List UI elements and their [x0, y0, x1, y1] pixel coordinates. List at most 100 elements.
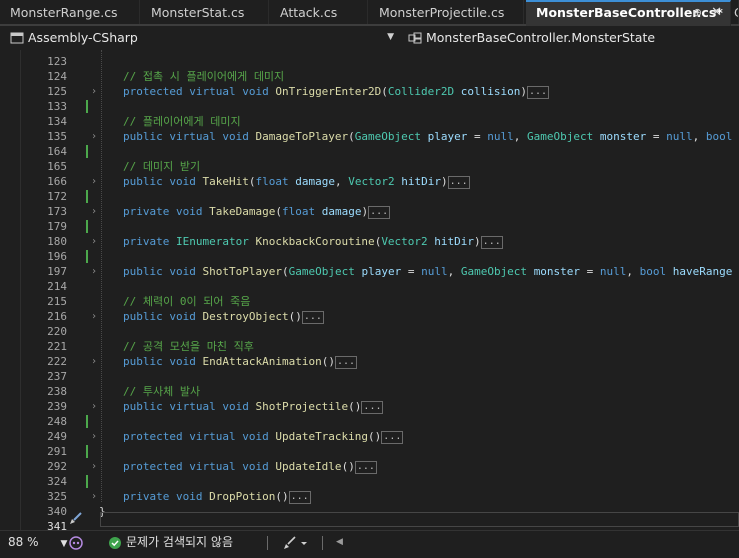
- method-name: DestroyObject: [202, 310, 289, 323]
- method-name: OnTriggerEnter2D: [275, 85, 382, 98]
- code-line[interactable]: 179: [0, 219, 739, 234]
- zoom-level[interactable]: 88 % ▼: [8, 531, 67, 558]
- expand-chevron-icon[interactable]: ›: [91, 234, 97, 249]
- tab-monster-range[interactable]: MonsterRange.cs: [0, 0, 140, 24]
- collapsed-region-button[interactable]: ...: [527, 86, 550, 99]
- expand-chevron-icon[interactable]: ›: [91, 354, 97, 369]
- punctuation: ): [520, 85, 528, 98]
- code-line[interactable]: 197 › public void ShotToPlayer(GameObject …: [0, 264, 739, 279]
- expand-chevron-icon[interactable]: ›: [91, 399, 97, 414]
- code-line[interactable]: 215 // 체력이 0이 되어 죽음: [0, 294, 739, 309]
- tab-attack[interactable]: Attack.cs: [270, 0, 368, 24]
- expand-chevron-icon[interactable]: ›: [91, 129, 97, 144]
- code-text: private IEnumerator KnockbackCoroutine(V…: [123, 234, 739, 249]
- expand-chevron-icon[interactable]: ›: [91, 174, 97, 189]
- code-line[interactable]: 164: [0, 144, 739, 159]
- project-dropdown[interactable]: Assembly-CSharp ▼: [4, 28, 400, 47]
- code-cleanup-brush-icon[interactable]: [68, 512, 82, 525]
- line-number: 173: [47, 205, 67, 218]
- code-line[interactable]: 124 // 접촉 시 플레이어에게 데미지: [0, 69, 739, 84]
- copilot-icon[interactable]: [68, 536, 84, 550]
- method-name: TakeDamage: [209, 205, 276, 218]
- code-line[interactable]: 221 // 공격 모션을 마친 직후: [0, 339, 739, 354]
- code-line[interactable]: 173 › private void TakeDamage(float damage…: [0, 204, 739, 219]
- keyword: protected virtual void: [123, 85, 276, 98]
- collapsed-region-button[interactable]: ...: [288, 491, 311, 504]
- code-line[interactable]: 135 › public virtual void DamageToPlayer(G…: [0, 129, 739, 144]
- code-line[interactable]: 324: [0, 474, 739, 489]
- expand-chevron-icon[interactable]: ›: [91, 489, 97, 504]
- issues-status[interactable]: 문제가 검색되지 않음: [126, 531, 233, 558]
- divider: [322, 536, 323, 550]
- keyword: null: [599, 265, 627, 278]
- code-text: private void TakeDamage(float damage)...: [123, 204, 739, 219]
- code-line[interactable]: 239 › public virtual void ShotProjectile()…: [0, 399, 739, 414]
- keyword: float: [255, 175, 289, 188]
- keyword: private: [123, 235, 176, 248]
- comment: // 접촉 시 플레이어에게 데미지: [123, 70, 285, 83]
- code-line[interactable]: 291: [0, 444, 739, 459]
- parameter: hitDir: [434, 235, 475, 248]
- code-line[interactable]: 237: [0, 369, 739, 384]
- collapsed-region-button[interactable]: ...: [354, 461, 377, 474]
- code-line[interactable]: 196: [0, 249, 739, 264]
- close-tab-icon[interactable]: ✕: [711, 2, 722, 24]
- code-text: private void DropPotion()...: [123, 489, 739, 504]
- method-name: DropPotion: [209, 490, 276, 503]
- expand-chevron-icon[interactable]: ›: [91, 264, 97, 279]
- code-line[interactable]: 123: [0, 54, 739, 69]
- collapsed-region-button[interactable]: ...: [361, 401, 384, 414]
- keyword: public void: [123, 265, 203, 278]
- code-line[interactable]: 172: [0, 189, 739, 204]
- code-line[interactable]: 133: [0, 99, 739, 114]
- code-line[interactable]: 220: [0, 324, 739, 339]
- chevron-down-icon: ▼: [60, 539, 68, 549]
- collapsed-region-button[interactable]: ...: [381, 431, 404, 444]
- code-line[interactable]: 248: [0, 414, 739, 429]
- code-text: protected virtual void UpdateIdle()...: [123, 459, 739, 474]
- collapsed-region-button[interactable]: ...: [301, 311, 324, 324]
- expand-chevron-icon[interactable]: ›: [91, 459, 97, 474]
- collapsed-region-button[interactable]: ...: [334, 356, 358, 369]
- code-line[interactable]: 134 // 플레이어에게 데미지: [0, 114, 739, 129]
- collapsed-region-button[interactable]: ...: [480, 236, 503, 249]
- expand-chevron-icon[interactable]: ›: [91, 429, 97, 444]
- tab-label: C: [734, 5, 738, 20]
- change-marker: [86, 100, 88, 113]
- code-line[interactable]: 249 › protected virtual void UpdateTrackin…: [0, 429, 739, 444]
- tab-monster-base-controller[interactable]: MonsterBaseController.cs* ⊕ ✕: [526, 0, 731, 26]
- punctuation: (: [348, 400, 355, 413]
- code-line[interactable]: 125 › protected virtual void OnTriggerEnte…: [0, 84, 739, 99]
- tab-monster-stat[interactable]: MonsterStat.cs: [141, 0, 269, 24]
- code-line[interactable]: 325 › private void DropPotion()...: [0, 489, 739, 504]
- expand-chevron-icon[interactable]: ›: [91, 204, 97, 219]
- comment: // 공격 모션을 마친 직후: [123, 340, 254, 353]
- expand-chevron-icon[interactable]: ›: [91, 309, 97, 324]
- change-marker: [86, 415, 88, 428]
- code-cleanup-icon[interactable]: [283, 536, 309, 550]
- code-line[interactable]: 292 › protected virtual void UpdateIdle().…: [0, 459, 739, 474]
- code-line[interactable]: 180 › private IEnumerator KnockbackCorouti…: [0, 234, 739, 249]
- expand-chevron-icon[interactable]: ›: [91, 84, 97, 99]
- tab-monster-projectile[interactable]: MonsterProjectile.cs: [369, 0, 524, 24]
- line-number: 214: [47, 280, 67, 293]
- collapsed-region-button[interactable]: ...: [368, 206, 391, 219]
- code-line[interactable]: 216 › public void DestroyObject()...: [0, 309, 739, 324]
- type-name: Vector2: [348, 175, 395, 188]
- line-number: 166: [47, 175, 67, 188]
- line-number: 135: [47, 130, 67, 143]
- code-line[interactable]: 166 › public void TakeHit(float damage, Ve…: [0, 174, 739, 189]
- code-line[interactable]: 214: [0, 279, 739, 294]
- code-line[interactable]: 222 › public void EndAttackAnimation()...: [0, 354, 739, 369]
- code-editor[interactable]: 123 124 // 접촉 시 플레이어에게 데미지 125 › protected vi…: [0, 50, 739, 530]
- pin-tab-icon[interactable]: ⊕: [693, 2, 702, 24]
- code-line[interactable]: 165 // 데미지 받기: [0, 159, 739, 174]
- tab-overflow[interactable]: C: [732, 0, 739, 24]
- code-line[interactable]: 238 // 투사체 발사: [0, 384, 739, 399]
- type-name: Collider2D: [387, 85, 455, 98]
- collapsed-region-button[interactable]: ...: [447, 176, 470, 189]
- scroll-left-icon[interactable]: ◀: [336, 531, 343, 558]
- member-dropdown[interactable]: MonsterBaseController.MonsterState: [402, 28, 739, 47]
- type-name: GameObject: [460, 265, 528, 278]
